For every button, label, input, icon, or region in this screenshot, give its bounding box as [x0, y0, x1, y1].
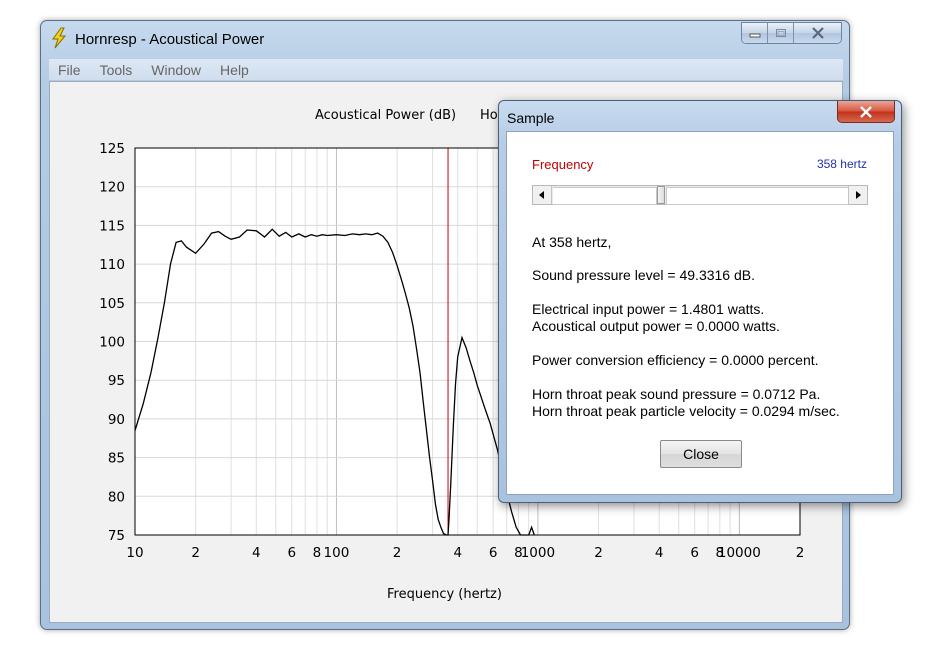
dialog-content: Frequency 358 hertz At 358 hertz, Sound …: [506, 131, 894, 495]
y-tick-label: 95: [108, 373, 125, 389]
x-tick-label: 6: [287, 545, 296, 561]
x-tick-label: 10000: [718, 545, 761, 561]
x-tick-label: 2: [191, 545, 200, 561]
frequency-label: Frequency: [532, 157, 594, 172]
menu-help[interactable]: Help: [211, 62, 259, 78]
menu-bar: File Tools Window Help: [49, 59, 843, 81]
info-sound-pressure: Sound pressure level = 49.3316 dB.: [532, 267, 755, 283]
slider-track-right[interactable]: [666, 187, 849, 205]
sample-dialog: Sample Frequency 358 hertz At 358 hertz,…: [498, 100, 902, 503]
arrow-left-icon: [539, 191, 544, 199]
maximize-button[interactable]: [768, 23, 794, 43]
menu-tools[interactable]: Tools: [91, 62, 143, 78]
x-tick-label: 4: [252, 545, 261, 561]
info-frequency: At 358 hertz,: [532, 234, 612, 250]
y-tick-label: 80: [108, 489, 125, 505]
scroll-left-button[interactable]: [533, 186, 552, 204]
y-tick-label: 90: [108, 412, 125, 428]
x-axis-ticks: 10 2 4 6 8 100 2 4 6 81000 2 4 6 810000 2: [126, 545, 804, 561]
chart-title-partial: Ho: [480, 108, 498, 123]
info-throat-velocity: Horn throat peak particle velocity = 0.0…: [532, 403, 840, 419]
menu-file[interactable]: File: [49, 62, 91, 78]
x-tick-label: 100: [324, 545, 350, 561]
dialog-title: Sample: [507, 110, 555, 126]
y-tick-label: 105: [99, 296, 125, 312]
x-tick-label: 8: [313, 545, 322, 561]
info-acoustical-power: Acoustical output power = 0.0000 watts.: [532, 318, 780, 334]
menu-window[interactable]: Window: [142, 62, 211, 78]
frequency-slider[interactable]: [532, 185, 868, 205]
info-throat-pressure: Horn throat peak sound pressure = 0.0712…: [532, 386, 821, 402]
y-axis-ticks: 125 120 115 110 105 100 95 90 85 80 75: [99, 141, 125, 544]
x-tick-label: 2: [594, 545, 603, 561]
slider-track-left[interactable]: [553, 187, 657, 205]
frequency-value: 358 hertz: [816, 157, 867, 171]
arrow-right-icon: [856, 191, 861, 199]
caption-buttons: [741, 22, 842, 44]
close-icon: [811, 27, 824, 39]
x-tick-label: 4: [453, 545, 462, 561]
maximize-icon: [775, 29, 786, 37]
x-tick-label: 1000: [521, 545, 555, 561]
x-tick-label: 6: [489, 545, 498, 561]
window-title: Hornresp - Acoustical Power: [75, 31, 265, 48]
chart-title: Acoustical Power (dB): [315, 108, 456, 123]
x-tick-label: 2: [796, 545, 805, 561]
minimize-button[interactable]: [742, 23, 768, 43]
lightning-bolt-icon: [52, 27, 67, 49]
y-tick-label: 120: [99, 180, 125, 196]
x-axis-label: Frequency (hertz): [387, 587, 502, 602]
y-tick-label: 115: [99, 218, 125, 234]
y-tick-label: 125: [99, 141, 125, 157]
x-tick-label: 10: [126, 545, 143, 561]
info-electrical-power: Electrical input power = 1.4801 watts.: [532, 301, 765, 317]
slider-thumb[interactable]: [657, 186, 665, 204]
y-tick-label: 110: [99, 257, 125, 273]
y-tick-label: 85: [108, 451, 125, 467]
x-tick-label: 4: [655, 545, 664, 561]
info-efficiency: Power conversion efficiency = 0.0000 per…: [532, 352, 819, 368]
close-icon: [860, 105, 872, 118]
close-button[interactable]: Close: [660, 440, 742, 468]
y-tick-label: 75: [108, 528, 125, 544]
y-tick-label: 100: [99, 335, 125, 351]
minimize-icon: [749, 33, 760, 38]
main-titlebar[interactable]: Hornresp - Acoustical Power: [41, 21, 849, 57]
scroll-right-button[interactable]: [848, 186, 867, 204]
x-tick-label: 6: [690, 545, 699, 561]
close-window-button[interactable]: [794, 23, 841, 43]
x-tick-label: 2: [393, 545, 402, 561]
dialog-close-x-button[interactable]: [837, 101, 895, 123]
